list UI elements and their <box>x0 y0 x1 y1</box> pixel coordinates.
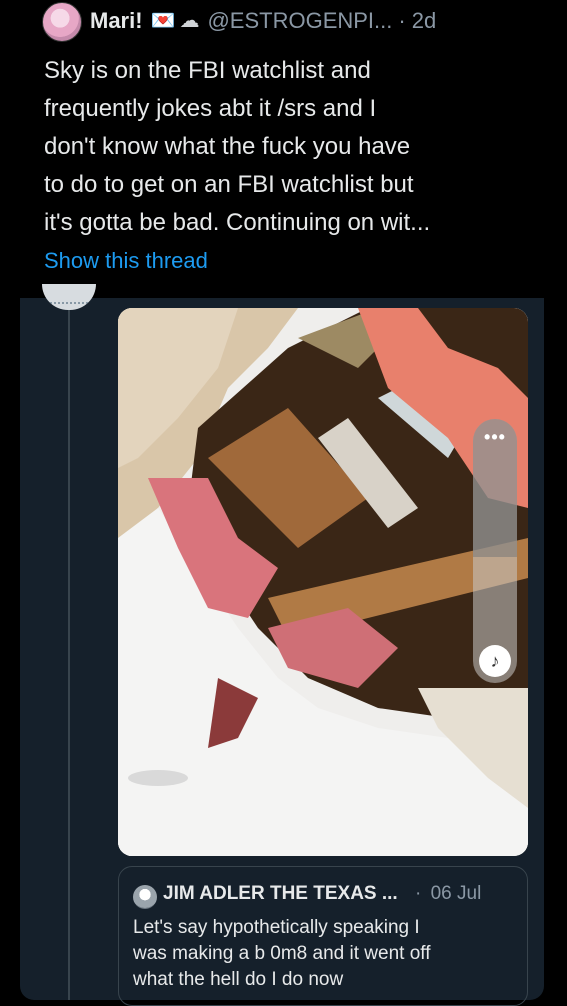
author-avatar[interactable] <box>42 2 82 42</box>
quoted-separator-dot: · <box>415 883 422 904</box>
quoted-tweet-text: Let's say hypothetically speaking I was … <box>133 917 431 990</box>
show-thread-link[interactable]: Show this thread <box>44 248 208 274</box>
quoted-timestamp: 06 Jul <box>430 883 482 904</box>
more-options-icon[interactable]: ••• <box>473 427 517 448</box>
author-name[interactable]: Mari! <box>90 8 143 34</box>
media-overlay-control[interactable]: ••• ♪ <box>473 419 517 683</box>
thread-connector-line <box>68 298 70 1000</box>
ceiling-hole-photo <box>118 308 528 856</box>
outer-tweet[interactable]: Mari! 💌 ☁ @ESTROGENPI... · 2d Sky is on … <box>0 0 567 298</box>
quoted-tweet[interactable]: JIM ADLER THE TEXAS ... · 06 Jul Let's s… <box>118 866 528 1006</box>
quoted-author-avatar <box>133 885 157 909</box>
music-note-icon[interactable]: ♪ <box>479 645 511 677</box>
tweet-text: Sky is on the FBI watchlist and frequent… <box>44 57 431 236</box>
love-letter-emoji-icon: 💌 <box>150 10 176 32</box>
separator-dot: · <box>398 8 406 33</box>
author-handle[interactable]: @ESTROGENPI... <box>207 8 392 34</box>
tweet-header: Mari! 💌 ☁ @ESTROGENPI... · 2d <box>90 4 436 38</box>
tweet-timestamp[interactable]: 2d <box>412 8 436 34</box>
cloud-emoji-icon: ☁ <box>179 10 200 32</box>
quoted-author-name: JIM ADLER THE TEXAS ... <box>163 883 398 904</box>
quoted-tweet-header: JIM ADLER THE TEXAS ... · 06 Jul <box>163 883 481 905</box>
tweet-photo[interactable] <box>118 308 528 856</box>
